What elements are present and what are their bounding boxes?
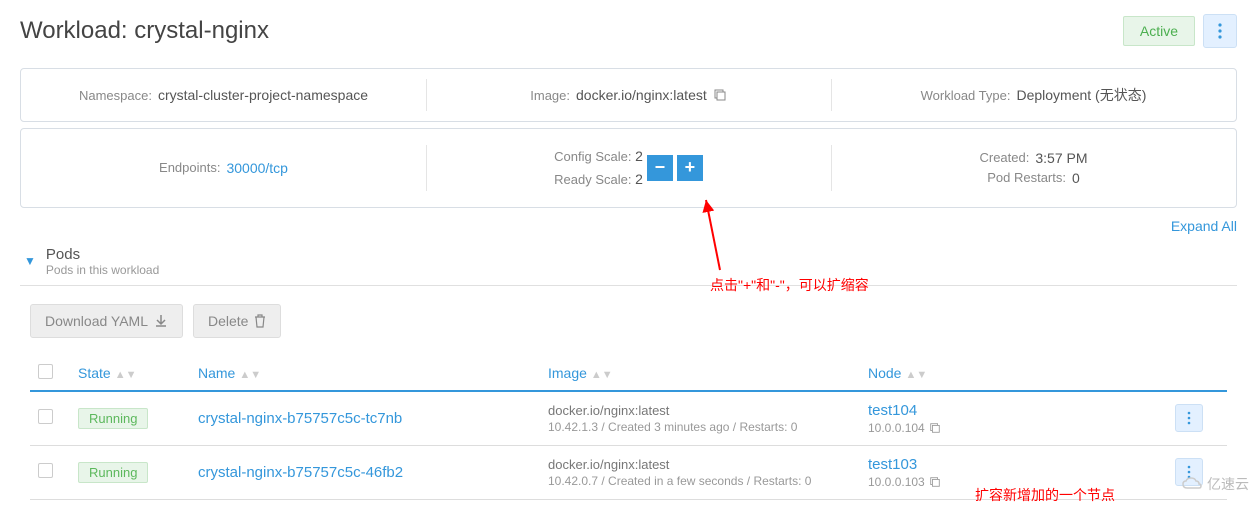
namespace-value: crystal-cluster-project-namespace bbox=[158, 87, 368, 103]
select-all-checkbox[interactable] bbox=[38, 364, 53, 379]
sort-icon: ▲▼ bbox=[905, 372, 927, 378]
restarts-value: 0 bbox=[1072, 170, 1080, 186]
workload-type-value: Deployment (无状态) bbox=[1016, 85, 1146, 105]
pod-image: docker.io/nginx:latest bbox=[548, 403, 852, 418]
info-panel-2: Endpoints: 30000/tcp Config Scale: 2 Rea… bbox=[20, 128, 1237, 208]
table-row: Running crystal-nginx-b75757c5c-46fb2 do… bbox=[30, 445, 1227, 499]
node-ip: 10.0.0.103 bbox=[868, 475, 925, 489]
scale-up-button[interactable]: + bbox=[677, 155, 703, 181]
pods-subtitle: Pods in this workload bbox=[46, 263, 159, 277]
delete-button[interactable]: Delete bbox=[193, 304, 281, 338]
col-name[interactable]: Name▲▼ bbox=[190, 356, 540, 391]
pod-image-sub: 10.42.0.7 / Created in a few seconds / R… bbox=[548, 474, 852, 488]
sort-icon: ▲▼ bbox=[239, 372, 261, 378]
state-badge: Running bbox=[78, 408, 148, 429]
expand-all-link[interactable]: Expand All bbox=[1171, 218, 1237, 234]
download-yaml-button[interactable]: Download YAML bbox=[30, 304, 183, 338]
copy-icon[interactable] bbox=[929, 422, 941, 434]
trash-icon bbox=[254, 314, 266, 328]
state-badge: Running bbox=[78, 462, 148, 483]
workload-actions-menu[interactable] bbox=[1203, 14, 1237, 48]
node-ip: 10.0.0.104 bbox=[868, 421, 925, 435]
node-link[interactable]: test103 bbox=[868, 456, 1159, 473]
namespace-label: Namespace: bbox=[79, 88, 152, 103]
table-row: Running crystal-nginx-b75757c5c-tc7nb do… bbox=[30, 391, 1227, 446]
restarts-label: Pod Restarts: bbox=[987, 170, 1066, 185]
created-label: Created: bbox=[979, 150, 1029, 165]
sort-icon: ▲▼ bbox=[591, 372, 613, 378]
row-actions-menu[interactable] bbox=[1175, 458, 1203, 486]
image-label: Image: bbox=[530, 88, 570, 103]
col-state[interactable]: State▲▼ bbox=[70, 356, 190, 391]
row-checkbox[interactable] bbox=[38, 409, 53, 424]
pods-title: Pods bbox=[46, 246, 159, 263]
ready-scale-value: 2 bbox=[635, 171, 643, 187]
status-badge: Active bbox=[1123, 16, 1195, 46]
collapse-icon[interactable]: ▼ bbox=[24, 254, 36, 268]
pods-section-header[interactable]: ▼ Pods Pods in this workload bbox=[20, 238, 1237, 286]
copy-icon[interactable] bbox=[713, 88, 727, 102]
copy-icon[interactable] bbox=[929, 476, 941, 488]
download-icon bbox=[154, 314, 168, 328]
info-panel-1: Namespace: crystal-cluster-project-names… bbox=[20, 68, 1237, 122]
page-title: Workload: crystal-nginx bbox=[20, 17, 269, 45]
pod-image-sub: 10.42.1.3 / Created 3 minutes ago / Rest… bbox=[548, 420, 852, 434]
pod-image: docker.io/nginx:latest bbox=[548, 457, 852, 472]
pod-name-link[interactable]: crystal-nginx-b75757c5c-tc7nb bbox=[198, 410, 402, 427]
node-link[interactable]: test104 bbox=[868, 402, 1159, 419]
sort-icon: ▲▼ bbox=[115, 372, 137, 378]
ready-scale-label: Ready Scale: bbox=[554, 172, 631, 187]
row-checkbox[interactable] bbox=[38, 463, 53, 478]
col-node[interactable]: Node▲▼ bbox=[860, 356, 1167, 391]
image-value: docker.io/nginx:latest bbox=[576, 87, 707, 103]
workload-type-label: Workload Type: bbox=[921, 88, 1011, 103]
col-image[interactable]: Image▲▼ bbox=[540, 356, 860, 391]
config-scale-value: 2 bbox=[635, 148, 643, 164]
config-scale-label: Config Scale: bbox=[554, 149, 631, 164]
row-actions-menu[interactable] bbox=[1175, 404, 1203, 432]
pod-name-link[interactable]: crystal-nginx-b75757c5c-46fb2 bbox=[198, 464, 403, 481]
endpoints-label: Endpoints: bbox=[159, 160, 220, 175]
endpoints-link[interactable]: 30000/tcp bbox=[226, 160, 288, 176]
scale-down-button[interactable]: − bbox=[647, 155, 673, 181]
created-value: 3:57 PM bbox=[1035, 150, 1087, 166]
